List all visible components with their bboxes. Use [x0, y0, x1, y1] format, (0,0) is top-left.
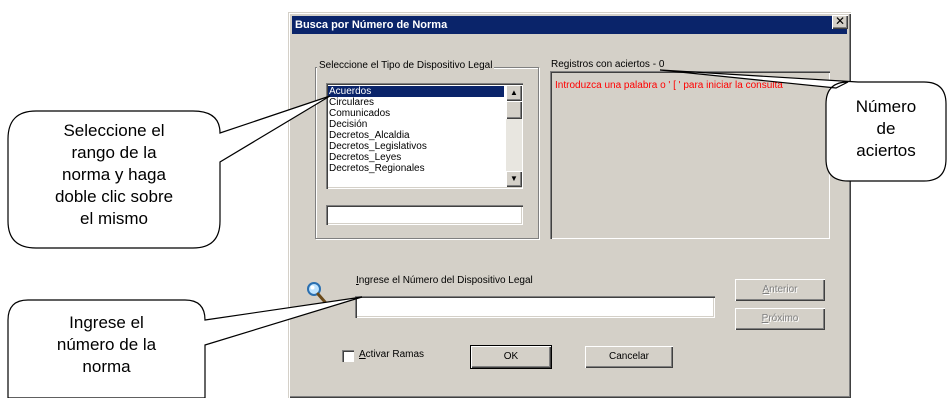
callout-line: norma — [82, 357, 131, 376]
callout-right-text: Número de aciertos — [826, 96, 946, 162]
callout-left-top-text: Seleccione el rango de la norma y haga d… — [8, 120, 220, 230]
callout-line: Ingrese el — [69, 313, 144, 332]
callout-line: de — [876, 119, 896, 138]
callout-line: rango de la — [71, 143, 157, 162]
callout-left-bottom-text: Ingrese el número de la norma — [8, 312, 205, 378]
callout-line: norma y haga — [62, 165, 166, 184]
callout-line: aciertos — [856, 141, 916, 160]
callout-line: el mismo — [79, 209, 148, 228]
callout-line: doble clic sobre — [54, 187, 174, 206]
callout-line: número de la — [56, 335, 157, 354]
callout-line: Número — [855, 97, 917, 116]
callout-line: Seleccione el — [63, 121, 165, 140]
